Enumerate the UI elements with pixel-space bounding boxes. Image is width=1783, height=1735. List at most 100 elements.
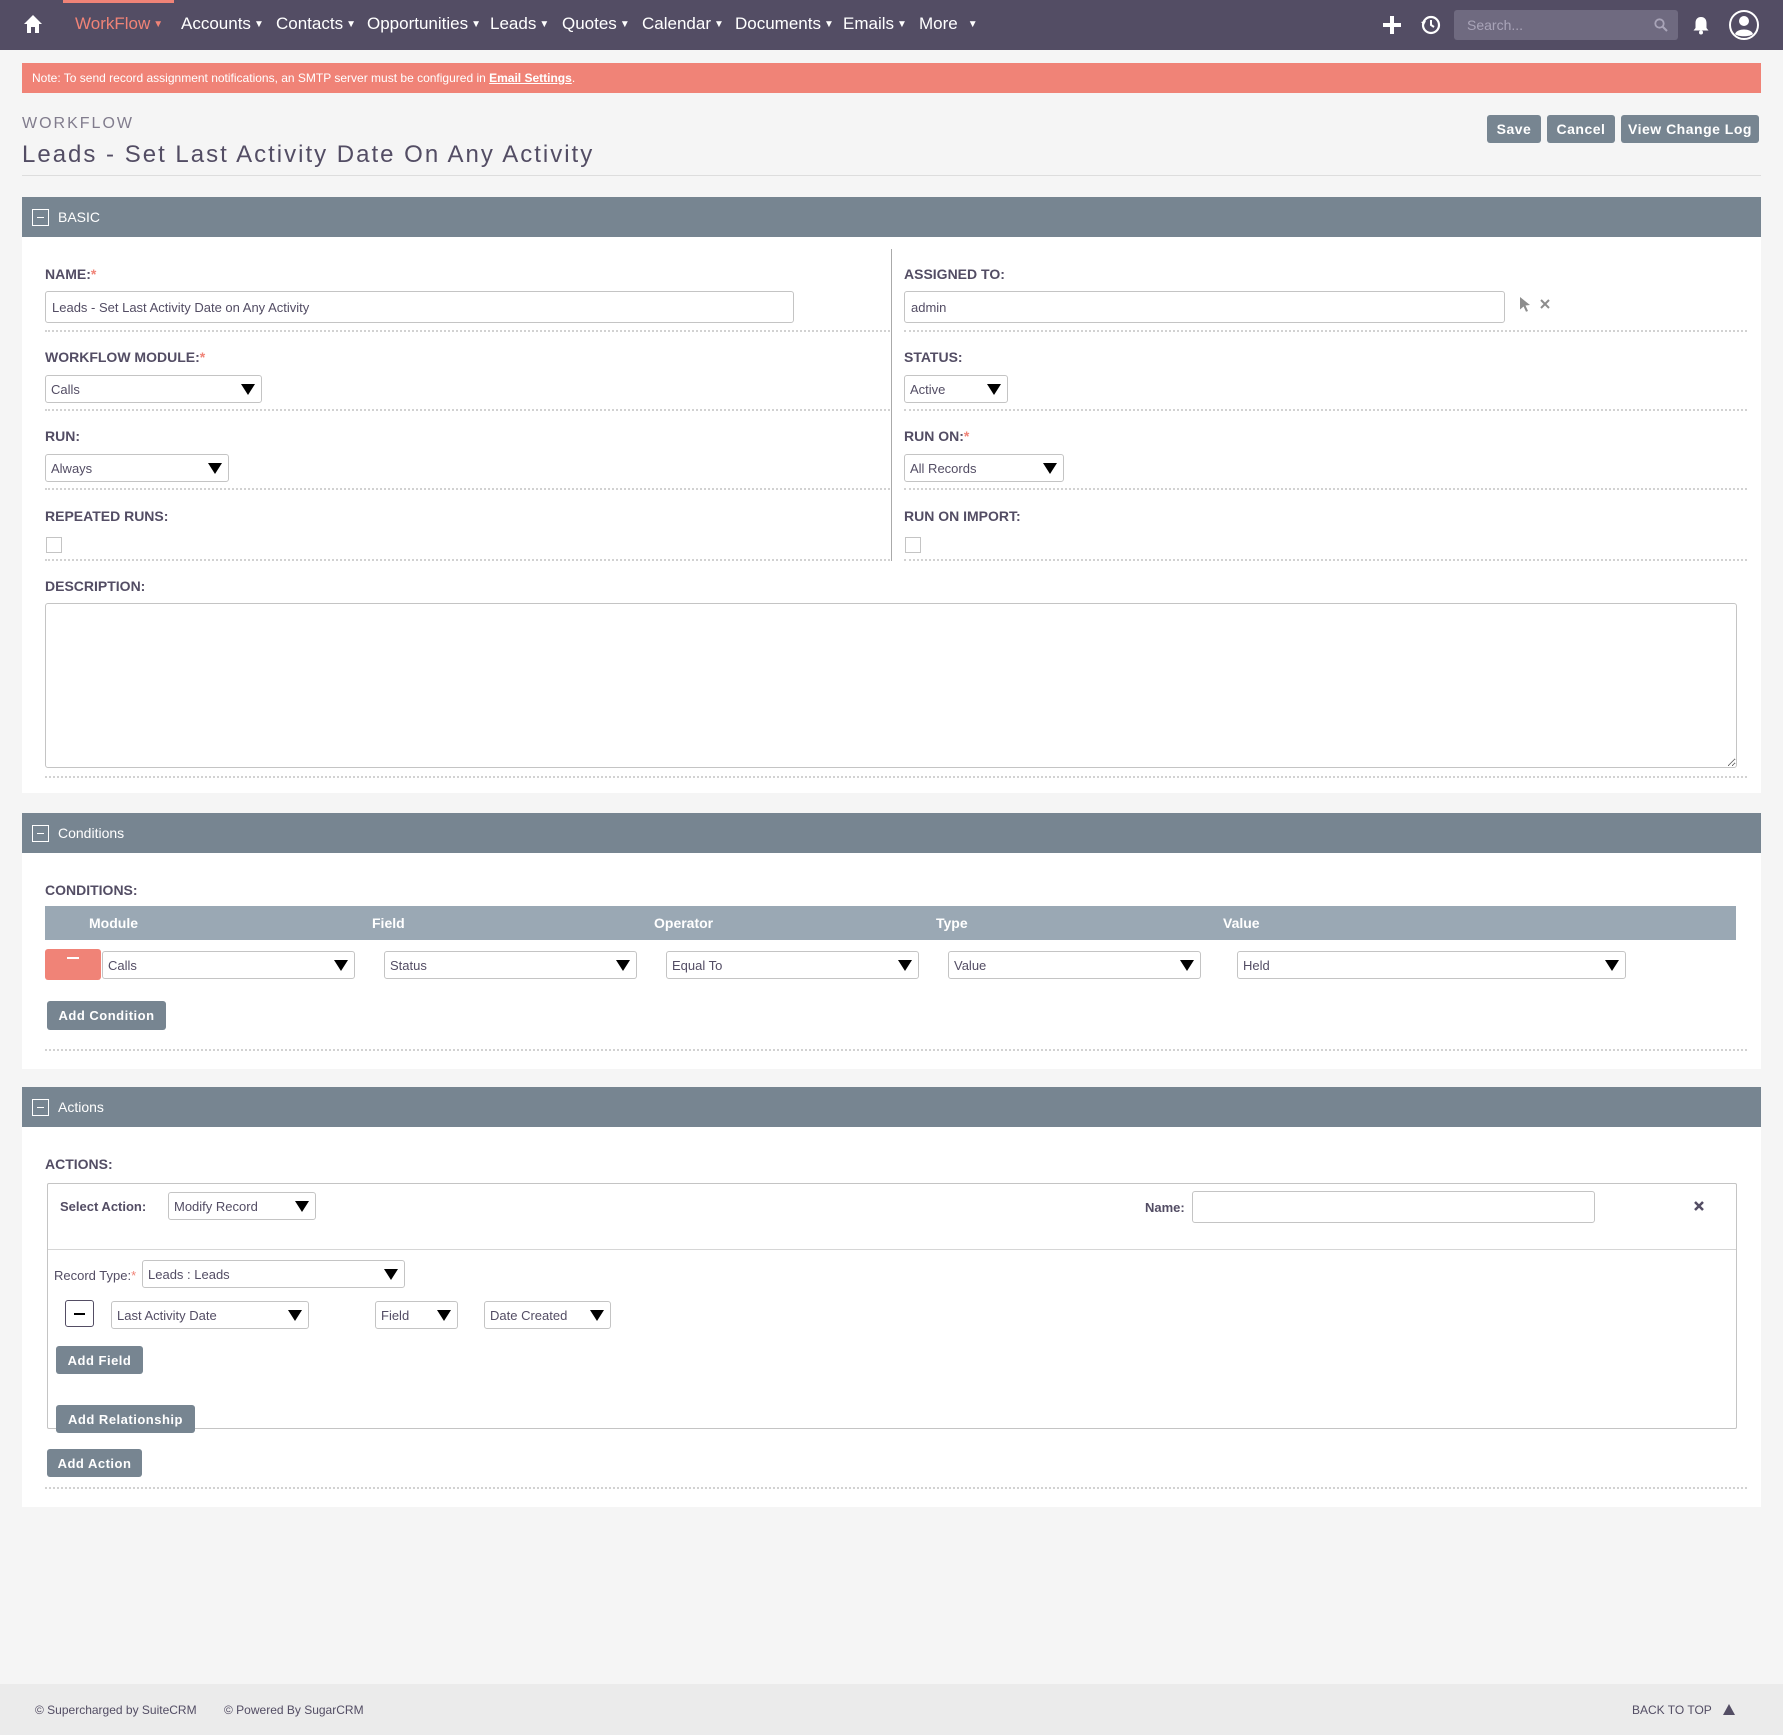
minus-icon	[67, 957, 79, 959]
search-input[interactable]	[1454, 10, 1644, 40]
row-separator	[904, 330, 1747, 332]
nav-item-accounts[interactable]: Accounts ▼	[181, 14, 264, 34]
condition-type-select[interactable]: Value	[948, 951, 1201, 979]
actions-panel-header[interactable]: Actions	[22, 1087, 1761, 1127]
nav-item-contacts[interactable]: Contacts ▼	[276, 14, 356, 34]
run-select[interactable]: Always	[45, 454, 229, 482]
conditions-panel-title: Conditions	[58, 825, 125, 841]
collapse-icon[interactable]	[32, 1099, 49, 1116]
column-header-value: Value	[1223, 915, 1260, 931]
condition-field-select[interactable]: Status	[384, 951, 637, 979]
run-label: RUN:	[45, 428, 80, 444]
dropdown-arrow-icon	[1605, 960, 1619, 971]
nav-item-emails[interactable]: Emails ▼	[843, 14, 907, 34]
description-textarea[interactable]	[45, 603, 1737, 768]
dropdown-arrow-icon	[295, 1201, 309, 1212]
record-type-select[interactable]: Leads : Leads	[142, 1260, 405, 1288]
view-change-log-button[interactable]: View Change Log	[1621, 115, 1759, 143]
nav-item-workflow[interactable]: WorkFlow ▼	[75, 14, 163, 34]
row-separator	[45, 409, 890, 411]
collapse-icon[interactable]	[32, 825, 49, 842]
back-to-top-link[interactable]: BACK TO TOP	[1632, 1703, 1735, 1717]
active-tab-indicator	[63, 0, 174, 3]
add-condition-button[interactable]: Add Condition	[47, 1001, 166, 1030]
remove-condition-button[interactable]	[45, 949, 101, 980]
dropdown-arrow-icon	[241, 384, 255, 395]
email-settings-link[interactable]: Email Settings	[489, 71, 572, 85]
remove-field-button[interactable]	[65, 1300, 94, 1327]
search-icon[interactable]	[1654, 18, 1668, 32]
column-divider	[891, 249, 892, 561]
dropdown-arrow-icon	[334, 960, 348, 971]
home-icon[interactable]	[22, 13, 44, 35]
add-relationship-button[interactable]: Add Relationship	[56, 1405, 195, 1433]
row-separator	[45, 330, 890, 332]
module-title: WORKFLOW	[22, 115, 134, 132]
run-on-import-checkbox[interactable]	[905, 537, 921, 553]
global-search[interactable]	[1454, 10, 1678, 40]
repeated-runs-label: REPEATED RUNS:	[45, 508, 169, 524]
select-action-dropdown[interactable]: Modify Record	[168, 1192, 316, 1220]
basic-panel-title: BASIC	[58, 209, 101, 225]
select-action-label: Select Action:	[60, 1199, 147, 1214]
status-select[interactable]: Active	[904, 375, 1008, 403]
action-field-value-select[interactable]: Date Created	[484, 1301, 611, 1329]
condition-operator-select[interactable]: Equal To	[666, 951, 919, 979]
action-name-field[interactable]	[1192, 1191, 1595, 1223]
action-field-select[interactable]: Last Activity Date	[111, 1301, 309, 1329]
bell-icon[interactable]	[1690, 14, 1712, 36]
plus-icon[interactable]	[1380, 13, 1404, 37]
run-on-label: RUN ON:*	[904, 428, 970, 444]
add-field-button[interactable]: Add Field	[56, 1346, 143, 1374]
dropdown-arrow-icon	[616, 960, 630, 971]
description-label: DESCRIPTION:	[45, 578, 146, 594]
nav-item-opportunities[interactable]: Opportunities ▼	[367, 14, 481, 34]
dropdown-arrow-icon	[288, 1310, 302, 1321]
dropdown-arrow-icon	[590, 1310, 604, 1321]
nav-item-more[interactable]: More ▼	[919, 14, 978, 34]
row-separator	[904, 488, 1747, 490]
cancel-button[interactable]: Cancel	[1547, 115, 1615, 143]
user-avatar-icon[interactable]	[1728, 9, 1760, 41]
record-type-label: Record Type:*	[54, 1268, 137, 1283]
nav-item-leads[interactable]: Leads ▼	[490, 14, 549, 34]
arrow-up-icon	[1722, 1704, 1735, 1715]
action-field-type-select[interactable]: Field	[375, 1301, 458, 1329]
repeated-runs-checkbox[interactable]	[46, 537, 62, 553]
name-label: NAME:*	[45, 266, 97, 282]
actions-label: ACTIONS:	[45, 1156, 113, 1172]
assigned-to-field[interactable]	[904, 291, 1505, 323]
nav-item-quotes[interactable]: Quotes ▼	[562, 14, 630, 34]
minus-icon	[74, 1313, 85, 1315]
nav-item-documents[interactable]: Documents ▼	[735, 14, 834, 34]
dropdown-arrow-icon	[437, 1310, 451, 1321]
column-header-type: Type	[936, 915, 968, 931]
assigned-to-label: ASSIGNED TO:	[904, 266, 1005, 282]
workflow-module-select[interactable]: Calls	[45, 375, 262, 403]
dropdown-arrow-icon	[384, 1269, 398, 1280]
row-separator	[45, 488, 890, 490]
back-to-top-label: BACK TO TOP	[1632, 1703, 1712, 1717]
remove-action-icon[interactable]	[1693, 1200, 1705, 1212]
select-user-icon[interactable]	[1518, 296, 1532, 312]
run-on-select[interactable]: All Records	[904, 454, 1064, 482]
conditions-panel-header[interactable]: Conditions	[22, 813, 1761, 853]
clear-user-icon[interactable]	[1539, 298, 1551, 310]
row-separator	[45, 776, 1747, 778]
condition-value-select[interactable]: Held	[1237, 951, 1626, 979]
add-action-button[interactable]: Add Action	[47, 1449, 142, 1477]
condition-module-select[interactable]: Calls	[102, 951, 355, 979]
name-field[interactable]	[45, 291, 794, 323]
history-icon[interactable]	[1419, 13, 1443, 37]
collapse-icon[interactable]	[32, 209, 49, 226]
smtp-alert: Note: To send record assignment notifica…	[22, 63, 1761, 93]
row-separator	[904, 559, 1747, 561]
basic-panel-header[interactable]: BASIC	[22, 197, 1761, 237]
suitecrm-credit[interactable]: © Supercharged by SuiteCRM	[35, 1703, 197, 1717]
action-name-label: Name:	[1145, 1200, 1185, 1215]
save-button[interactable]: Save	[1487, 115, 1541, 143]
dropdown-arrow-icon	[208, 463, 222, 474]
nav-item-calendar[interactable]: Calendar ▼	[642, 14, 724, 34]
dropdown-arrow-icon	[1043, 463, 1057, 474]
sugarcrm-credit[interactable]: © Powered By SugarCRM	[224, 1703, 364, 1717]
